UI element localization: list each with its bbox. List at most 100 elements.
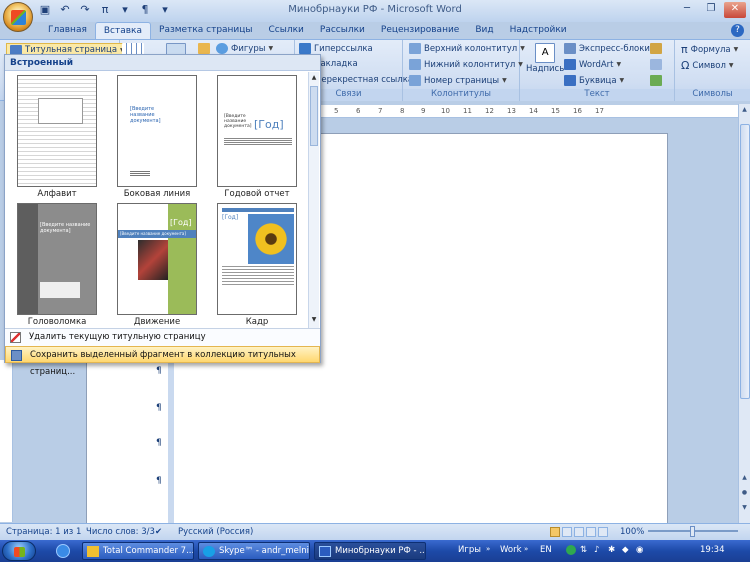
zoom-level[interactable]: 100% — [620, 527, 644, 537]
clipart-button[interactable] — [198, 43, 210, 54]
browse-object-icon[interactable]: ● — [739, 489, 750, 499]
ruler-tick: 13 — [507, 107, 516, 115]
bookmark-button[interactable]: Закладка — [315, 59, 358, 69]
cover-thumbnail: [Введите название документа] — [117, 75, 197, 187]
horizontal-ruler[interactable]: 5 6 7 8 9 10 11 12 13 14 15 16 17 — [320, 105, 750, 118]
ruler-tick: 8 — [400, 107, 405, 115]
vertical-ruler[interactable] — [0, 360, 13, 522]
tab-home[interactable]: Главная — [40, 22, 95, 40]
tab-insert[interactable]: Вставка — [94, 22, 152, 40]
tray-app-icon[interactable]: ◆ — [622, 545, 629, 555]
volume-icon[interactable]: ♪ — [594, 545, 599, 555]
bluetooth-icon[interactable]: ✱ — [608, 545, 615, 555]
object-icon — [650, 75, 662, 86]
network-icon[interactable]: ⇅ — [580, 545, 587, 555]
close-icon[interactable]: ✕ — [724, 2, 746, 18]
minimize-icon[interactable]: ─ — [676, 2, 698, 18]
clock[interactable]: 19:34 — [700, 545, 725, 555]
taskbar-skype[interactable]: Skype™ - andr_melnik — [198, 542, 310, 560]
remove-cover-page-item[interactable]: Удалить текущую титульную страницу — [5, 329, 320, 346]
textbox-button[interactable]: A Надпись — [526, 43, 564, 74]
shapes-button[interactable]: Фигуры ▼ — [216, 43, 273, 54]
tray-app-icon[interactable]: ◉ — [636, 545, 643, 555]
taskbar-word[interactable]: Минобрнауки РФ - ... — [314, 542, 426, 560]
next-page-icon[interactable]: ▼ — [739, 504, 750, 514]
paragraph-mark: ¶ — [156, 366, 162, 376]
save-selection-to-gallery-item[interactable]: Сохранить выделенный фрагмент в коллекци… — [5, 346, 320, 377]
page-number-button[interactable]: Номер страницы ▼ — [409, 75, 507, 86]
omega-icon: Ω — [681, 59, 690, 72]
symbols-group: π Формула ▼ Ω Символ ▼ Символы — [675, 40, 750, 101]
header-button[interactable]: Верхний колонтитул ▼ — [409, 43, 525, 54]
ruler-tick: 11 — [463, 107, 472, 115]
ie-icon[interactable] — [56, 544, 70, 558]
footer-button[interactable]: Нижний колонтитул ▼ — [409, 59, 523, 70]
scroll-thumb[interactable] — [310, 86, 318, 146]
toolbar-work[interactable]: Work — [500, 545, 522, 555]
tab-view[interactable]: Вид — [467, 22, 501, 40]
tab-references[interactable]: Ссылки — [261, 22, 312, 40]
scroll-up-icon[interactable]: ▲ — [309, 74, 319, 81]
formula-button[interactable]: π Формула ▼ — [681, 43, 738, 56]
tab-addins[interactable]: Надстройки — [502, 22, 575, 40]
paragraph-mark: ¶ — [156, 403, 162, 413]
dropcap-button[interactable]: Буквица ▼ — [564, 75, 624, 86]
prev-page-icon[interactable]: ▲ — [739, 474, 750, 484]
scroll-thumb[interactable] — [740, 124, 750, 399]
tab-mailings[interactable]: Рассылки — [312, 22, 373, 40]
cover-label: Головоломка — [27, 317, 87, 327]
help-icon[interactable]: ? — [731, 24, 744, 37]
text-group-label: Текст — [520, 89, 674, 101]
tab-page-layout[interactable]: Разметка страницы — [151, 22, 261, 40]
page-number-label: Номер страницы — [424, 75, 500, 86]
word-count[interactable]: Число слов: 3/3 — [86, 527, 155, 537]
skype-status-icon[interactable] — [566, 545, 576, 555]
language-indicator[interactable]: Русский (Россия) — [178, 527, 253, 537]
web-layout-icon[interactable] — [574, 527, 584, 537]
language-bar[interactable]: EN — [540, 545, 552, 555]
quickparts-label: Экспресс-блоки — [579, 43, 650, 54]
chevron-down-icon: ▼ — [728, 62, 734, 69]
hyperlink-button[interactable]: Гиперссылка — [299, 43, 373, 54]
signature-icon — [650, 43, 662, 54]
chevron-right-icon: » — [524, 545, 529, 553]
signature-button[interactable] — [650, 43, 662, 54]
chevron-down-icon: ▼ — [733, 46, 739, 53]
cover-title-text: [Введите название документа] — [224, 114, 252, 129]
datetime-button[interactable] — [650, 59, 662, 70]
symbol-button[interactable]: Ω Символ ▼ — [681, 59, 734, 72]
vertical-scrollbar[interactable]: ▲ ▲ ● ▼ — [738, 104, 750, 523]
full-screen-icon[interactable] — [562, 527, 572, 537]
print-layout-icon[interactable] — [550, 527, 560, 537]
ruler-tick: 9 — [421, 107, 426, 115]
shapes-label: Фигуры — [231, 43, 266, 54]
scroll-up-icon[interactable]: ▲ — [739, 106, 750, 116]
crossref-button[interactable]: Перекрестная ссылка — [315, 75, 413, 85]
office-button[interactable] — [3, 2, 33, 32]
toolbar-games[interactable]: Игры — [458, 545, 481, 555]
scroll-down-icon[interactable]: ▼ — [309, 316, 319, 323]
quickparts-button[interactable]: Экспресс-блоки▼ — [564, 43, 658, 54]
skype-icon — [203, 546, 215, 557]
maximize-icon[interactable]: ❐ — [700, 2, 722, 18]
datetime-icon — [650, 59, 662, 70]
taskbar-total-commander[interactable]: Total Commander 7.... — [82, 542, 194, 560]
chevron-down-icon: ▼ — [502, 77, 507, 84]
sunflower-photo — [248, 214, 294, 264]
zoom-slider-thumb[interactable] — [690, 526, 695, 537]
draft-icon[interactable] — [598, 527, 608, 537]
title-box — [38, 98, 83, 124]
crossref-label: Перекрестная ссылка — [315, 75, 414, 85]
ruler-tick: 12 — [485, 107, 494, 115]
wordart-label: WordArt — [579, 59, 614, 70]
taskbar-item-label: Skype™ - andr_melnik — [219, 546, 310, 556]
spellcheck-icon[interactable]: ✔ — [155, 527, 162, 537]
start-button[interactable] — [2, 541, 36, 561]
tab-review[interactable]: Рецензирование — [373, 22, 467, 40]
wordart-button[interactable]: WordArt ▼ — [564, 59, 621, 70]
quickparts-icon — [564, 43, 576, 54]
page-count[interactable]: Страница: 1 из 1 — [6, 527, 81, 537]
object-button[interactable] — [650, 75, 662, 86]
outline-icon[interactable] — [586, 527, 596, 537]
gallery-scrollbar[interactable]: ▲ ▼ — [308, 72, 319, 328]
